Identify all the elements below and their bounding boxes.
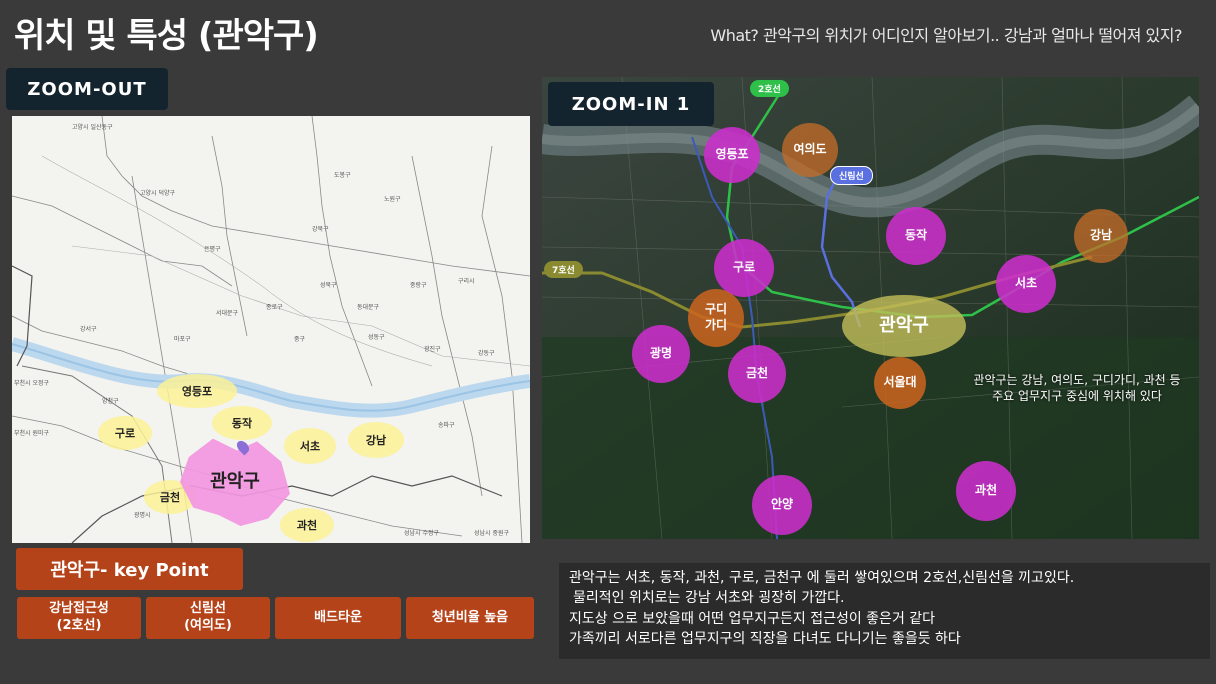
sillim-line-tag: 신림선 [830,166,873,185]
district-label: 양천구 [102,398,119,405]
area-gwangmyeong: 광명 [632,325,690,383]
highlight-yeongdeungpo: 영등포 [157,374,237,408]
page-subtitle: What? 관악구의 위치가 어디인지 알아보기.. 강남과 얼마나 떨어져 있… [710,26,1182,45]
district-label: 광진구 [424,346,441,353]
summary-line: 관악구는 서초, 동작, 과천, 구로, 금천구 에 둘러 쌓여있으며 2호선,… [569,570,1075,586]
district-label: 노원구 [384,196,401,203]
highlight-seocho: 서초 [284,428,336,464]
area-snu: 서울대 [874,357,926,409]
area-yeongdeungpo: 영등포 [704,127,760,183]
district-label: 서대문구 [216,310,239,317]
area-seocho: 서초 [996,255,1056,313]
key-point-item: 강남접근성 (2호선) [17,597,141,639]
map-note-line2: 주요 업무지구 중심에 위치해 있다 [992,389,1162,404]
map-note: 관악구는 강남, 여의도, 구디가디, 과천 등 주요 업무지구 중심에 위치해… [962,372,1192,404]
line2-tag: 2호선 [750,80,789,97]
area-gwacheon: 과천 [956,461,1016,521]
page-title: 위치 및 특성 (관악구) [14,16,319,56]
district-label: 중구 [294,336,306,343]
summary-line: 물리적인 위치로는 강남 서초와 굉장히 가깝다. [573,590,845,607]
area-gangnam: 강남 [1074,209,1128,263]
district-label: 부천시 원미구 [14,430,50,437]
key-point-item: 신림선 (여의도) [146,597,270,639]
district-label: 강동구 [478,350,495,357]
district-label: 고양시 덕양구 [140,190,176,197]
key-point-item: 배드타운 [275,597,401,639]
district-label: 성동구 [368,334,385,341]
area-yeouido: 여의도 [782,123,838,177]
highlight-dongjak: 동작 [212,406,272,440]
district-label: 도봉구 [334,172,351,179]
district-label: 중랑구 [410,282,427,289]
district-label: 고양시 일산동구 [72,124,113,131]
zoom-in-label: ZOOM-IN 1 [548,82,714,126]
district-label: 성남시 중원구 [474,530,510,537]
area-anyang: 안양 [752,475,812,535]
zoom-out-label: ZOOM-OUT [6,68,168,110]
district-label: 광명시 [134,512,151,519]
area-gurodigital: 구디 가디 [688,289,744,347]
key-point-title: 관악구- key Point [16,548,243,590]
district-label: 마포구 [174,336,191,343]
summary-box: 관악구는 서초, 동작, 과천, 구로, 금천구 에 둘러 쌓여있으며 2호선,… [559,563,1210,659]
area-gwanak: 관악구 [842,295,966,357]
map-note-line1: 관악구는 강남, 여의도, 구디가디, 과천 등 [973,373,1181,387]
district-label: 성북구 [320,282,337,289]
district-label: 강서구 [80,326,97,333]
district-label: 동대문구 [357,304,380,311]
key-point-item: 청년비율 높음 [406,597,534,639]
district-label: 은평구 [204,246,221,253]
summary-line: 지도상 으로 보았을때 어떤 업무지구든지 접근성이 좋은거 같다 [569,610,936,627]
line7-tag: 7호선 [544,261,583,278]
highlight-guro: 구로 [98,416,152,450]
area-guro: 구로 [714,239,774,297]
district-label: 종로구 [266,304,283,311]
district-label: 성남시 수정구 [404,530,440,537]
area-geumcheon: 금천 [728,345,786,403]
summary-line: 가족끼리 서로다른 업무지구의 직장을 다녀도 다니기는 좋을듯 하다 [569,630,961,647]
district-label: 부천시 오정구 [14,380,50,387]
highlight-gangnam: 강남 [348,422,404,458]
district-label: 강북구 [312,226,329,233]
zoom-out-map: 고양시 일산동구 고양시 덕양구 도봉구 노원구 강북구 은평구 성북구 중랑구… [12,116,530,543]
district-label: 구리시 [458,278,475,285]
highlight-gwacheon: 과천 [280,508,334,542]
district-label: 송파구 [438,422,455,429]
zoom-in-map: 2호선 신림선 7호선 영등포 여의도 동작 강남 구로 서초 구디 가디 관악… [542,77,1199,539]
area-dongjak: 동작 [886,207,946,265]
